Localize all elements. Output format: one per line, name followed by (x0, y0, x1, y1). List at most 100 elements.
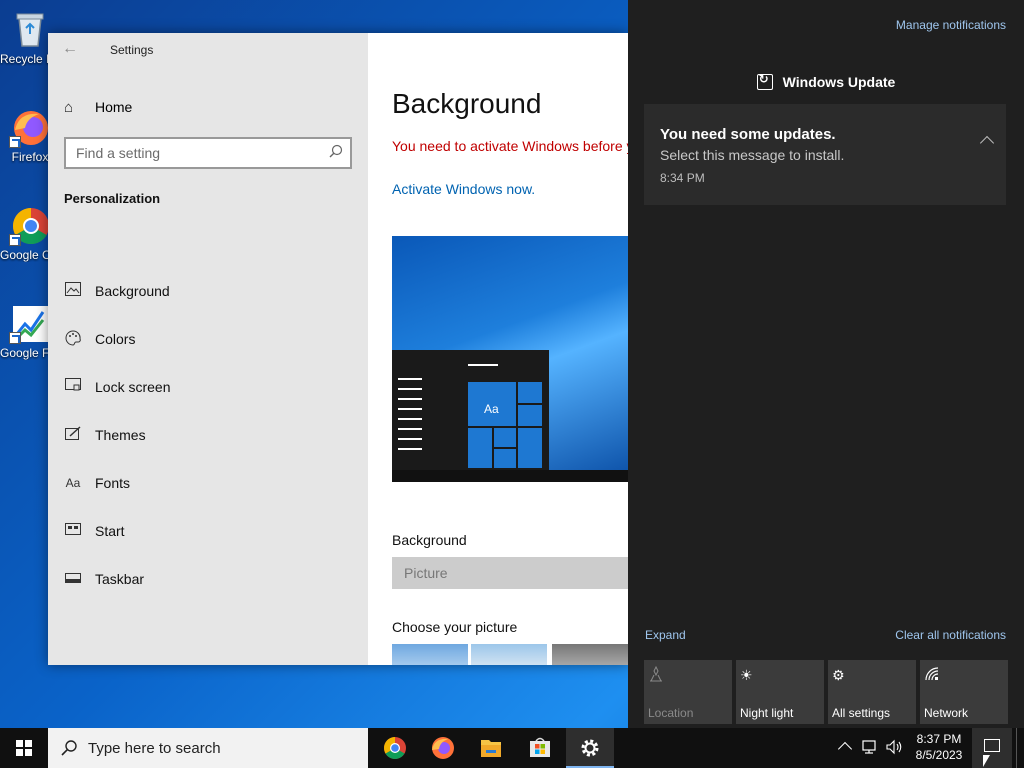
home-link[interactable]: ⌂ Home (64, 95, 132, 119)
quick-action-all-settings[interactable]: ⚙ All settings (828, 660, 916, 724)
notification-card[interactable]: You need some updates. Select this messa… (644, 104, 1006, 205)
fonts-icon: Aa (65, 476, 81, 490)
quick-action-night-light[interactable]: ☀ Night light (736, 660, 824, 724)
preview-tile-text: Aa (484, 402, 499, 416)
notification-time: 8:34 PM (660, 171, 705, 185)
taskbar-search-placeholder: Type here to search (88, 740, 221, 757)
file-explorer-icon (481, 740, 501, 757)
network-icon (924, 666, 942, 684)
activation-warning: You need to activate Windows before y (392, 138, 628, 154)
taskbar-app-file-explorer[interactable] (467, 728, 515, 768)
shortcut-arrow-icon (9, 234, 21, 246)
preview-tiles (468, 382, 543, 468)
nav-item-start[interactable]: Start (64, 519, 354, 543)
lock-screen-icon (64, 378, 82, 396)
taskbar-clock[interactable]: 8:37 PM 8/5/2023 (908, 731, 970, 763)
picture-thumbnail[interactable] (471, 644, 547, 665)
preview-menu-lines (398, 378, 422, 468)
section-title: Personalization (64, 191, 161, 206)
clear-all-notifications-link[interactable]: Clear all notifications (895, 628, 1006, 642)
back-arrow-icon[interactable]: ← (62, 40, 78, 58)
chrome-icon (384, 737, 406, 759)
search-placeholder: Find a setting (76, 145, 161, 161)
quick-action-label: Network (924, 706, 969, 720)
night-light-icon: ☀ (740, 667, 753, 683)
notification-group-title: Windows Update (782, 74, 896, 90)
nav-item-label: Start (95, 523, 125, 539)
clock-time: 8:37 PM (916, 732, 962, 746)
find-setting-input[interactable]: Find a setting (64, 137, 352, 169)
taskbar-app-settings[interactable] (566, 728, 614, 768)
settings-content-pane: Background You need to activate Windows … (368, 33, 628, 665)
firefox-icon (432, 737, 454, 759)
notification-body: Select this message to install. (660, 147, 845, 163)
nav-item-background[interactable]: Background (64, 279, 354, 303)
settings-gear-icon (581, 739, 599, 757)
chevron-up-icon[interactable] (979, 135, 995, 151)
brush-icon (64, 426, 82, 444)
quick-action-network[interactable]: Network (920, 660, 1008, 724)
background-type-value: Picture (404, 565, 448, 581)
nav-item-label: Colors (95, 331, 136, 347)
windows-update-icon (756, 72, 773, 90)
taskbar-icon (64, 570, 82, 588)
settings-nav-pane: ← Settings ⌂ Home Find a setting Persona… (48, 33, 368, 665)
nav-item-lock-screen[interactable]: Lock screen (64, 375, 354, 399)
recycle-bin-icon (9, 8, 51, 50)
expand-quick-actions-link[interactable]: Expand (645, 628, 686, 642)
taskbar-app-store[interactable] (516, 728, 564, 768)
gear-icon: ⚙ (832, 667, 845, 683)
page-title: Background (392, 88, 542, 119)
background-type-label: Background (392, 532, 467, 548)
nav-item-themes[interactable]: Themes (64, 423, 354, 447)
notification-title: You need some updates. (660, 126, 836, 143)
store-icon (530, 737, 550, 757)
title-bar: ← Settings (48, 33, 368, 66)
nav-item-taskbar[interactable]: Taskbar (64, 567, 354, 591)
activate-windows-link[interactable]: Activate Windows now. (392, 181, 535, 197)
shortcut-arrow-icon (9, 136, 21, 148)
preview-start-menu: Aa (392, 350, 549, 470)
clock-date: 8/5/2023 (915, 748, 963, 762)
network-tray-icon[interactable] (862, 739, 880, 755)
windows-logo-icon (16, 740, 32, 756)
finance-icon (9, 302, 51, 344)
start-button[interactable] (0, 728, 48, 768)
home-icon: ⌂ (64, 98, 74, 116)
show-hidden-icons-chevron-icon[interactable] (837, 741, 853, 757)
action-center: Manage notifications Windows Update You … (628, 0, 1024, 728)
taskbar-search-box[interactable]: Type here to search (48, 728, 368, 768)
background-preview: Aa (392, 236, 628, 482)
background-type-dropdown[interactable]: Picture (392, 557, 628, 589)
show-desktop-button[interactable] (1016, 728, 1024, 768)
location-icon (648, 665, 666, 684)
volume-icon[interactable] (886, 739, 904, 755)
start-icon (64, 522, 82, 540)
taskbar-app-chrome[interactable] (371, 728, 419, 768)
taskbar: Type here to search 8:37 PM 8/5/2023 (0, 728, 1024, 768)
quick-action-location[interactable]: Location (644, 660, 732, 724)
home-label: Home (95, 99, 133, 115)
quick-action-label: Night light (740, 706, 794, 720)
taskbar-app-firefox[interactable] (419, 728, 467, 768)
nav-item-label: Fonts (95, 475, 131, 491)
nav-item-label: Taskbar (95, 571, 145, 587)
nav-item-label: Themes (95, 427, 146, 443)
picture-thumbnail[interactable] (552, 644, 628, 665)
manage-notifications-link[interactable]: Manage notifications (896, 18, 1006, 32)
nav-item-fonts[interactable]: Aa Fonts (64, 471, 354, 495)
nav-item-label: Lock screen (95, 379, 171, 395)
preview-header-line (468, 364, 498, 366)
picture-thumbnail[interactable] (392, 644, 468, 665)
nav-item-label: Background (95, 283, 170, 299)
choose-picture-label: Choose your picture (392, 619, 518, 635)
search-icon (61, 740, 77, 756)
notification-group-header: Windows Update (628, 72, 1024, 90)
nav-item-colors[interactable]: Colors (64, 327, 354, 351)
shortcut-arrow-icon (9, 332, 21, 344)
action-center-button[interactable] (972, 728, 1012, 768)
window-title: Settings (110, 43, 154, 57)
picture-icon (64, 282, 82, 300)
palette-icon (64, 330, 82, 348)
firefox-icon (9, 106, 51, 148)
